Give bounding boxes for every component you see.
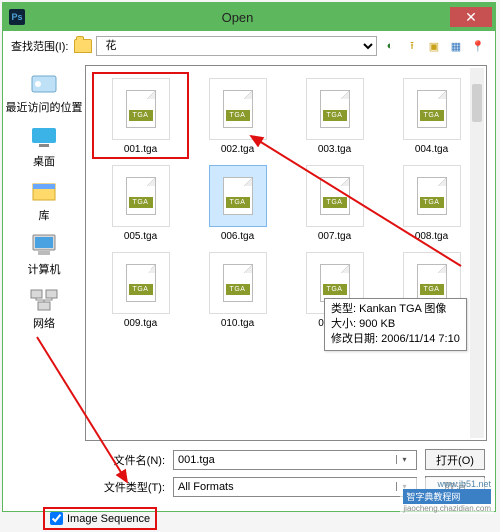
- pin-icon[interactable]: 📍: [469, 37, 487, 55]
- sidebar-item-label: 桌面: [33, 153, 55, 169]
- sidebar-item-label: 计算机: [28, 261, 61, 277]
- scrollbar-handle[interactable]: [472, 84, 482, 122]
- recent-icon: [28, 69, 60, 97]
- places-sidebar: 最近访问的位置 桌面 库 计算机 网络: [3, 61, 85, 441]
- scrollbar[interactable]: [470, 68, 484, 438]
- lookin-label: 查找范围(I):: [11, 38, 68, 54]
- file-name: 005.tga: [124, 231, 157, 242]
- folder-icon: [74, 39, 92, 53]
- sidebar-item-network[interactable]: 网络: [26, 283, 62, 333]
- file-name: 001.tga: [124, 144, 157, 155]
- open-button[interactable]: 打开(O): [425, 449, 485, 470]
- app-icon: Ps: [9, 9, 25, 25]
- file-item[interactable]: TGA 005.tga: [92, 159, 189, 246]
- sidebar-item-label: 最近访问的位置: [6, 99, 83, 115]
- filename-label: 文件名(N):: [95, 452, 165, 468]
- file-item[interactable]: TGA 006.tga: [189, 159, 286, 246]
- file-item[interactable]: TGA 002.tga: [189, 72, 286, 159]
- close-button[interactable]: ✕: [450, 7, 492, 27]
- sidebar-item-recent[interactable]: 最近访问的位置: [4, 67, 85, 117]
- window-title: Open: [25, 10, 450, 25]
- file-name: 007.tga: [318, 231, 351, 242]
- computer-icon: [28, 231, 60, 259]
- file-item[interactable]: TGA 009.tga: [92, 246, 189, 333]
- image-sequence-checkbox[interactable]: Image Sequence: [45, 509, 155, 528]
- desktop-icon: [28, 123, 60, 151]
- sidebar-item-label: 网络: [33, 315, 55, 331]
- file-name: 006.tga: [221, 231, 254, 242]
- file-thumbnail: TGA: [112, 252, 170, 314]
- file-item[interactable]: TGA 007.tga: [286, 159, 383, 246]
- file-item[interactable]: TGA 010.tga: [189, 246, 286, 333]
- checkbox-input[interactable]: [50, 512, 63, 525]
- chevron-down-icon[interactable]: ▾: [396, 455, 412, 464]
- file-thumbnail: TGA: [209, 78, 267, 140]
- sidebar-item-label: 库: [39, 207, 50, 223]
- file-thumbnail: TGA: [306, 78, 364, 140]
- toolbar: 查找范围(I): 花 ◐ ⭱ ▣ ▦ 📍: [3, 31, 495, 61]
- file-tooltip: 类型: Kankan TGA 图像 大小: 900 KB 修改日期: 2006/…: [324, 298, 467, 351]
- back-icon[interactable]: ◐: [381, 37, 399, 55]
- file-thumbnail: TGA: [112, 165, 170, 227]
- file-item[interactable]: TGA 008.tga: [383, 159, 480, 246]
- open-dialog: Ps Open ✕ 查找范围(I): 花 ◐ ⭱ ▣ ▦ 📍 最近访问的位置 桌…: [2, 2, 496, 512]
- file-item[interactable]: TGA 001.tga: [92, 72, 189, 159]
- sidebar-item-libraries[interactable]: 库: [26, 175, 62, 225]
- new-folder-icon[interactable]: ▣: [425, 37, 443, 55]
- lookin-dropdown[interactable]: 花: [96, 36, 377, 56]
- sidebar-item-desktop[interactable]: 桌面: [26, 121, 62, 171]
- filetype-dropdown[interactable]: All Formats▾: [173, 477, 417, 497]
- file-name: 002.tga: [221, 144, 254, 155]
- file-list[interactable]: TGA 001.tga TGA 002.tga TGA 003.tga TGA 004.tga…: [85, 65, 487, 441]
- file-name: 010.tga: [221, 318, 254, 329]
- file-item[interactable]: TGA 003.tga: [286, 72, 383, 159]
- file-name: 008.tga: [415, 231, 448, 242]
- file-thumbnail: TGA: [306, 165, 364, 227]
- file-thumbnail: TGA: [209, 252, 267, 314]
- file-thumbnail: TGA: [403, 165, 461, 227]
- file-name: 003.tga: [318, 144, 351, 155]
- titlebar[interactable]: Ps Open ✕: [3, 3, 495, 31]
- file-name: 004.tga: [415, 144, 448, 155]
- watermark: www.jb51.net 智字典教程网 jiaocheng.chazidian.…: [400, 478, 494, 514]
- filename-input[interactable]: 001.tga▾: [173, 450, 417, 470]
- view-menu-icon[interactable]: ▦: [447, 37, 465, 55]
- file-item[interactable]: TGA 004.tga: [383, 72, 480, 159]
- file-thumbnail: TGA: [403, 78, 461, 140]
- network-icon: [28, 285, 60, 313]
- libraries-icon: [28, 177, 60, 205]
- file-thumbnail: TGA: [112, 78, 170, 140]
- up-icon[interactable]: ⭱: [403, 37, 421, 55]
- file-thumbnail: TGA: [209, 165, 267, 227]
- filetype-label: 文件类型(T):: [95, 479, 165, 495]
- file-name: 009.tga: [124, 318, 157, 329]
- sidebar-item-computer[interactable]: 计算机: [26, 229, 63, 279]
